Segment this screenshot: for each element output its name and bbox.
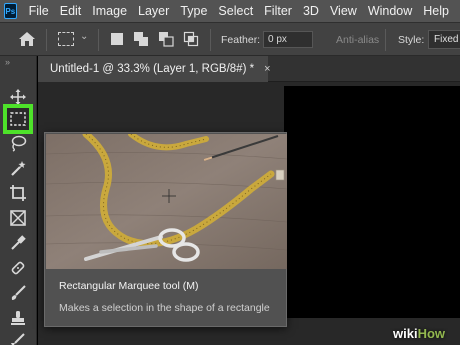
brush-icon	[11, 285, 26, 300]
menu-help[interactable]: Help	[423, 4, 449, 18]
history-brush-tool-button[interactable]	[7, 328, 29, 345]
collapse-toolbar-icon[interactable]: »	[5, 57, 10, 67]
frame-tool-button[interactable]	[7, 207, 29, 229]
document-canvas[interactable]	[284, 86, 460, 318]
new-selection-icon[interactable]	[110, 32, 124, 46]
document-tab[interactable]: Untitled-1 @ 33.3% (Layer 1, RGB/8#) * ×	[38, 56, 271, 82]
style-label: Style:	[398, 34, 425, 46]
options-divider	[98, 29, 99, 51]
style-select[interactable]: Fixed	[428, 30, 460, 49]
menu-select[interactable]: Select	[218, 4, 253, 18]
document-tab-bar: Untitled-1 @ 33.3% (Layer 1, RGB/8#) * ×	[38, 56, 460, 82]
document-tab-title: Untitled-1 @ 33.3% (Layer 1, RGB/8#) *	[50, 63, 255, 75]
intersect-selection-icon[interactable]	[183, 31, 199, 47]
crop-icon	[10, 185, 26, 201]
brush-tool-button[interactable]	[7, 282, 29, 304]
menu-image[interactable]: Image	[92, 4, 127, 18]
watermark-wiki: wiki	[393, 326, 418, 341]
menu-file[interactable]: File	[29, 4, 49, 18]
move-icon	[10, 89, 26, 105]
menu-window[interactable]: Window	[368, 4, 412, 18]
quick-selection-tool-button[interactable]	[7, 157, 29, 179]
close-tab-icon[interactable]: ×	[264, 63, 270, 75]
crop-tool-button[interactable]	[7, 182, 29, 204]
menu-bar: Ps File Edit Image Layer Type Select Fil…	[0, 0, 460, 22]
history-brush-icon	[11, 333, 25, 345]
menu-layer[interactable]: Layer	[138, 4, 169, 18]
eyedropper-icon	[11, 235, 26, 250]
feather-input[interactable]: 0 px	[263, 31, 313, 48]
menu-3d[interactable]: 3D	[303, 4, 319, 18]
stamp-icon	[11, 311, 25, 325]
tool-tooltip: Rectangular Marquee tool (M) Makes a sel…	[44, 132, 287, 327]
tooltip-description: Makes a selection in the shape of a rect…	[59, 302, 270, 314]
frame-icon	[10, 210, 26, 226]
tooltip-title: Rectangular Marquee tool (M)	[59, 280, 199, 292]
feather-label: Feather:	[221, 34, 261, 46]
rectangular-marquee-tool-button[interactable]	[3, 104, 33, 134]
options-divider	[385, 29, 386, 51]
options-bar: ⌄ Feather: 0 px Anti-alias Style: Fixed	[0, 22, 460, 56]
bandage-icon	[11, 261, 25, 275]
menu-edit[interactable]: Edit	[60, 4, 82, 18]
menu-type[interactable]: Type	[180, 4, 207, 18]
preset-chevron-down-icon[interactable]: ⌄	[80, 31, 88, 42]
menu-view[interactable]: View	[330, 4, 357, 18]
options-divider	[46, 29, 47, 51]
tools-panel: »	[0, 56, 37, 345]
quick-selection-icon	[11, 161, 26, 176]
lasso-icon	[11, 135, 27, 152]
options-divider	[210, 29, 211, 51]
photoshop-logo: Ps	[4, 3, 17, 19]
home-icon[interactable]	[18, 31, 36, 47]
add-to-selection-icon[interactable]	[133, 31, 149, 47]
wikihow-watermark: wikiHow	[393, 326, 445, 341]
spot-healing-tool-button[interactable]	[7, 257, 29, 279]
watermark-how: How	[417, 326, 446, 341]
clone-stamp-tool-button[interactable]	[7, 307, 29, 329]
move-tool-button[interactable]	[7, 86, 29, 108]
eyedropper-tool-button[interactable]	[7, 232, 29, 254]
anti-alias-label: Anti-alias	[336, 34, 380, 46]
rectangular-marquee-icon	[10, 112, 26, 126]
tool-preset-marquee-icon[interactable]	[58, 32, 74, 46]
lasso-tool-button[interactable]	[7, 132, 29, 154]
tooltip-preview-image	[46, 134, 287, 269]
menu-filter[interactable]: Filter	[264, 4, 292, 18]
subtract-from-selection-icon[interactable]	[158, 31, 174, 47]
